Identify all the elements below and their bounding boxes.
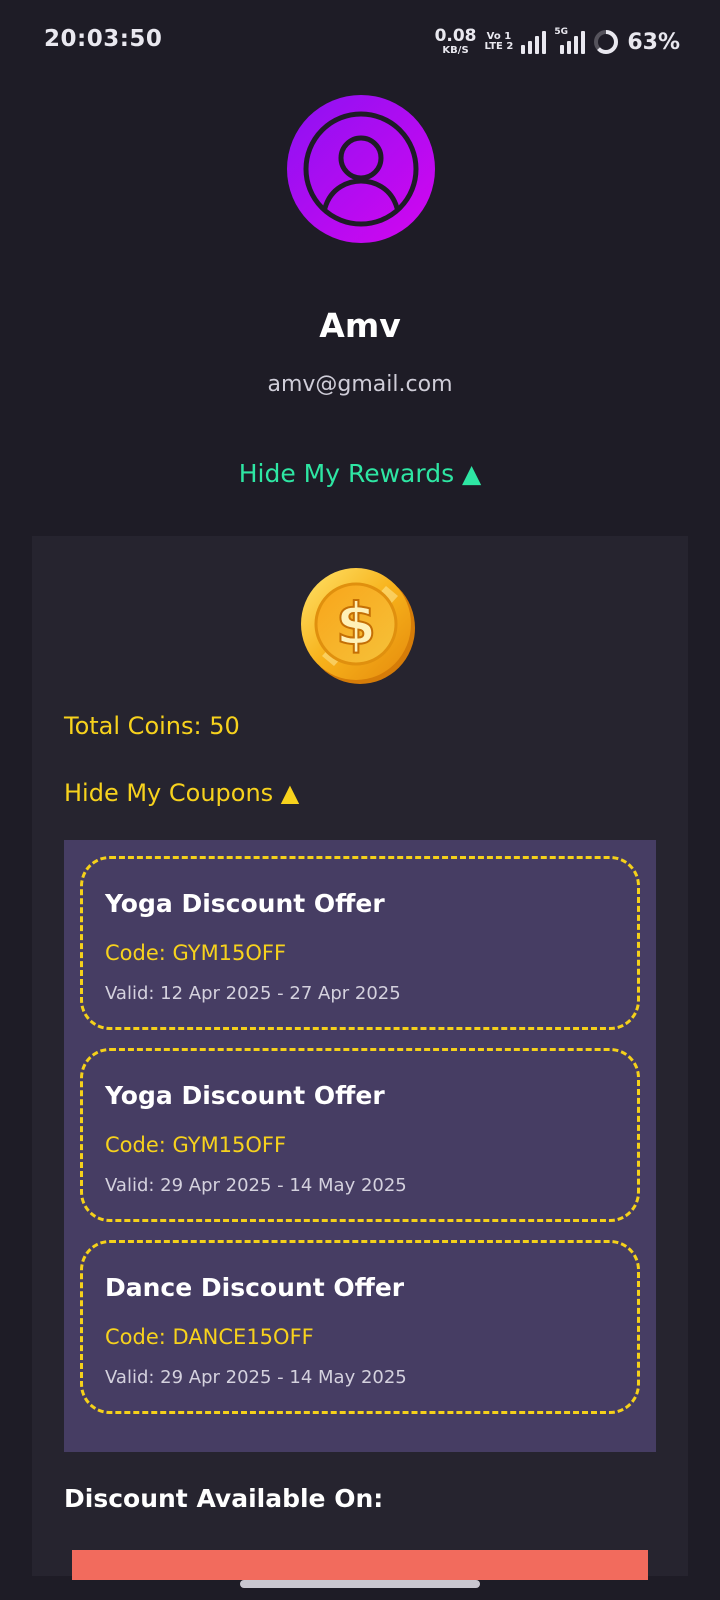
user-name: Amv [319, 306, 401, 345]
coupon-card[interactable]: Yoga Discount Offer Code: GYM15OFF Valid… [80, 856, 640, 1030]
coupon-validity: Valid: 29 Apr 2025 - 14 May 2025 [105, 1367, 407, 1388]
5g-signal-icon: 5G [554, 27, 586, 54]
user-email: amv@gmail.com [267, 372, 453, 397]
coupon-title: Yoga Discount Offer [105, 889, 385, 918]
hide-rewards-toggle[interactable]: Hide My Rewards ▲ [0, 459, 720, 488]
gold-coin-icon: $ [301, 568, 415, 684]
rewards-panel: $ Total Coins: 50 Hide My Coupons ▲ Yoga… [32, 536, 688, 1580]
coupon-validity: Valid: 29 Apr 2025 - 14 May 2025 [105, 1175, 407, 1196]
svg-text:$: $ [336, 590, 376, 658]
screen: 20:03:50 0.08 KB/S Vo 1 LTE 2 5G 63% Amv… [0, 0, 720, 1600]
volte-bottom-label: LTE 2 [484, 41, 514, 52]
discount-partner-card[interactable] [72, 1550, 648, 1580]
total-coins: Total Coins: 50 [64, 712, 240, 740]
net-speed-unit: KB/S [442, 45, 469, 56]
coupon-code: Code: GYM15OFF [105, 941, 287, 965]
coupon-code: Code: GYM15OFF [105, 1133, 287, 1157]
coupon-title: Dance Discount Offer [105, 1273, 405, 1302]
coupons-list: Yoga Discount Offer Code: GYM15OFF Valid… [64, 840, 656, 1452]
battery-percent: 63% [627, 29, 680, 55]
coupon-code: Code: DANCE15OFF [105, 1325, 314, 1349]
avatar[interactable] [287, 95, 435, 243]
signal-icon [521, 30, 547, 54]
battery-icon [594, 30, 619, 54]
coupon-validity: Valid: 12 Apr 2025 - 27 Apr 2025 [105, 983, 401, 1004]
coupon-card[interactable]: Dance Discount Offer Code: DANCE15OFF Va… [80, 1240, 640, 1414]
status-bar: 20:03:50 0.08 KB/S Vo 1 LTE 2 5G 63% [0, 0, 720, 84]
user-avatar-icon [287, 95, 435, 243]
5g-label: 5G [554, 27, 568, 37]
status-time: 20:03:50 [44, 26, 163, 52]
status-icons: 0.08 KB/S Vo 1 LTE 2 5G 63% [435, 24, 680, 60]
net-speed-value: 0.08 [434, 26, 477, 46]
discount-heading: Discount Available On: [64, 1484, 384, 1513]
coupon-title: Yoga Discount Offer [105, 1081, 385, 1110]
volte-icon: Vo 1 LTE 2 [485, 32, 514, 52]
home-indicator[interactable] [240, 1580, 480, 1588]
hide-coupons-toggle[interactable]: Hide My Coupons ▲ [64, 779, 299, 807]
net-speed: 0.08 KB/S [435, 28, 477, 56]
coupon-card[interactable]: Yoga Discount Offer Code: GYM15OFF Valid… [80, 1048, 640, 1222]
